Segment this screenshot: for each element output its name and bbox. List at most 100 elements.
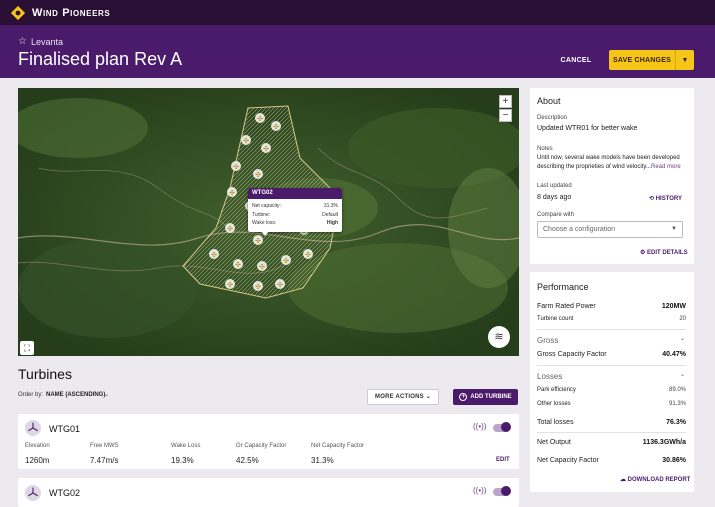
turbine-card: WTG02 ((•)) [18,478,519,507]
toggle-knob [501,422,511,432]
add-turbine-label: ADD TURBINE [470,394,512,400]
wind-farm-map[interactable]: ✣✣ ✣✣ ✣✣ ✣✣ ✣✣ ✣✣ ✣✣ ✣✣ ✣✣ ✣✣ + − ⛶ ≋ WT… [18,88,519,356]
svg-text:✣: ✣ [229,189,235,197]
turbines-heading: Turbines [18,366,72,382]
gear-icon: ⚙ [640,250,648,256]
turbine-card: WTG01 ((•)) Elevation Free MWS Wake Loss… [18,414,519,469]
project-name[interactable]: Levanta [31,37,63,47]
fullscreen-icon[interactable]: ⛶ [20,341,34,355]
svg-text:✣: ✣ [277,281,283,289]
park-efficiency-value: 89.0% [668,387,686,393]
metric-label: Free MWS [90,443,119,449]
popup-row: Wake loss: High [248,219,342,228]
top-bar: Wind Pioneers [0,0,715,25]
net-output-row: Net Output 1136.3GWh/a [537,439,686,446]
description-text: Updated WTR01 for better wake [537,125,638,132]
svg-text:✣: ✣ [243,137,249,145]
zoom-in-button[interactable]: + [499,95,512,108]
chevron-down-icon[interactable]: ⌄ [680,371,685,378]
divider [537,329,686,330]
turbine-popup: WTG02 Net capacity: 31.3% Turbine: Defau… [248,188,342,236]
gross-cf-label: Gross Capacity Factor [537,351,607,358]
history-icon: ⟲ [649,196,656,202]
popup-label: Turbine: [252,211,271,218]
farm-rated-power-label: Farm Rated Power [537,303,596,310]
popup-title: WTG02 [248,188,342,199]
metric-label: Gr Capacity Factor [236,443,287,449]
signal-icon: ((•)) [473,422,487,431]
compare-select[interactable]: Choose a configuration ▼ [537,221,683,238]
other-losses-row: Other losses 91.3% [537,401,686,407]
popup-value: High [326,220,338,226]
turbine-count-label: Turbine count [537,316,574,322]
history-button[interactable]: ⟲ HISTORY [649,195,682,202]
net-cf-label: Net Capacity Factor [537,457,599,464]
download-report-button[interactable]: ☁ DOWNLOAD REPORT [620,476,690,483]
more-actions-label: MORE ACTIONS [375,394,424,400]
turbine-count-row: Turbine count 20 [537,316,686,322]
page-header: ☆ Levanta Finalised plan Rev A CANCEL SA… [0,25,715,78]
svg-text:✣: ✣ [263,145,269,153]
edit-turbine-button[interactable]: EDIT [496,457,510,463]
gross-cf-row: Gross Capacity Factor 40.47% [537,351,686,358]
popup-row: Net capacity: 31.3% [248,202,342,211]
chevron-down-icon[interactable]: ⌄ [104,391,109,398]
edit-details-button[interactable]: ⚙ EDIT DETAILS [640,249,688,256]
toggle-knob [501,486,511,496]
read-more-link[interactable]: Read more [651,164,681,170]
turbine-avatar [25,485,41,501]
park-efficiency-row: Park efficiency 89.0% [537,387,686,393]
cancel-button[interactable]: CANCEL [555,54,597,68]
add-circle-icon: + [459,393,468,401]
zoom-out-button[interactable]: − [499,109,512,122]
svg-text:✣: ✣ [233,163,239,171]
compare-placeholder: Choose a configuration [543,226,615,233]
chevron-down-icon[interactable]: ▼ [676,57,694,64]
layers-icon[interactable]: ≋ [488,326,510,348]
losses-group-heading[interactable]: Losses [537,372,562,381]
description-label: Description [537,115,568,121]
page-title: Finalised plan Rev A [18,49,183,69]
add-turbine-button[interactable]: + ADD TURBINE [453,389,518,405]
svg-text:✣: ✣ [227,281,233,289]
farm-rated-power-row: Farm Rated Power 120MW [537,303,686,310]
total-losses-row: Total losses 76.3% [537,419,686,426]
more-actions-button[interactable]: MORE ACTIONS ⌄ [367,389,439,405]
order-by-label: Order by: [18,392,44,398]
logo-icon [11,5,25,20]
turbine-toggle[interactable] [493,422,511,432]
svg-text:✣: ✣ [257,115,263,123]
net-cf-value: 30.86% [662,457,686,464]
turbine-count-value: 20 [679,316,686,322]
svg-text:✣: ✣ [255,171,261,179]
total-losses-label: Total losses [537,419,574,426]
net-output-label: Net Output [537,439,571,446]
popup-pointer [261,231,269,236]
svg-text:✣: ✣ [305,251,311,259]
turbine-name[interactable]: WTG02 [49,488,80,498]
popup-row: Turbine: Default [248,211,342,220]
svg-text:✣: ✣ [235,261,241,269]
metric-label: Elevation [25,443,50,449]
about-heading: About [537,96,561,106]
turbine-icon [28,422,38,432]
save-changes-button[interactable]: SAVE CHANGES ▼ [609,50,694,70]
favorite-star-icon[interactable]: ☆ [18,36,27,47]
popup-label: Net capacity: [252,203,281,209]
about-card: About Description Updated WTR01 for bett… [530,88,694,264]
svg-text:✣: ✣ [255,237,261,245]
total-losses-value: 76.3% [666,419,686,426]
svg-text:✣: ✣ [227,225,233,233]
svg-text:✣: ✣ [255,283,261,291]
turbine-toggle[interactable] [493,486,511,496]
metric-value: 31.3% [311,456,334,465]
chevron-down-icon[interactable]: ⌄ [680,335,685,342]
turbine-name[interactable]: WTG01 [49,424,80,434]
chevron-down-icon: ⌄ [425,394,431,400]
gross-group-heading[interactable]: Gross [537,336,558,345]
notes-text: describing the proprieties of wind veloc… [537,164,651,170]
other-losses-label: Other losses [537,401,571,407]
performance-card: Performance Farm Rated Power 120MW Turbi… [530,272,694,492]
gross-cf-value: 40.47% [662,351,686,358]
order-by-select[interactable]: NAME (ASCENDING) [46,392,105,398]
